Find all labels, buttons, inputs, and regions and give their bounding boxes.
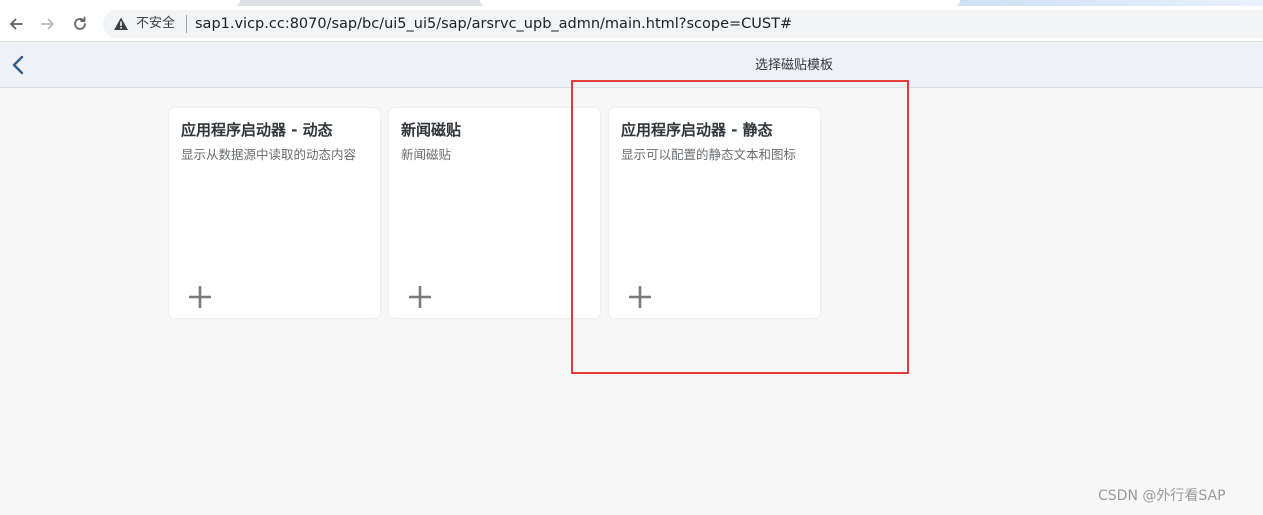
back-arrow-icon <box>10 18 23 30</box>
reload-icon <box>74 16 86 30</box>
plus-icon[interactable] <box>187 284 213 310</box>
tile-subtitle: 显示可以配置的静态文本和图标 <box>621 147 797 162</box>
forward-arrow-icon <box>41 18 54 30</box>
app-header: 选择磁贴模板 <box>0 43 1263 88</box>
tile-title: 应用程序启动器 - 动态 <box>181 121 333 139</box>
watermark: CSDN @外行看SAP <box>1098 488 1226 504</box>
divider <box>186 15 187 33</box>
tile-app-launcher-dynamic[interactable]: 应用程序启动器 - 动态 显示从数据源中读取的动态内容 <box>169 108 380 318</box>
browser-toolbar: 不安全 sap1.vicp.cc:8070/sap/bc/ui5_ui5/sap… <box>0 6 1263 42</box>
tile-subtitle: 新闻磁贴 <box>401 147 452 162</box>
browser-back-button[interactable] <box>5 13 27 35</box>
url-text[interactable]: sap1.vicp.cc:8070/sap/bc/ui5_ui5/sap/ars… <box>195 15 792 33</box>
chevron-left-icon <box>12 55 24 75</box>
browser-forward-button[interactable] <box>37 13 59 35</box>
plus-icon[interactable] <box>627 284 653 310</box>
security-status-label[interactable]: 不安全 <box>136 16 175 32</box>
page-title: 选择磁贴模板 <box>755 58 834 73</box>
tile-app-launcher-static[interactable]: 应用程序启动器 - 静态 显示可以配置的静态文本和图标 <box>609 108 820 318</box>
back-button[interactable] <box>6 53 30 77</box>
browser-reload-button[interactable] <box>69 13 91 35</box>
warning-icon[interactable] <box>113 16 129 32</box>
tile-title: 应用程序启动器 - 静态 <box>621 121 773 139</box>
address-bar[interactable]: 不安全 sap1.vicp.cc:8070/sap/bc/ui5_ui5/sap… <box>103 10 1263 38</box>
tile-news[interactable]: 新闻磁贴 新闻磁贴 <box>389 108 600 318</box>
tile-subtitle: 显示从数据源中读取的动态内容 <box>181 147 357 162</box>
tile-title: 新闻磁贴 <box>401 121 462 139</box>
plus-icon[interactable] <box>407 284 433 310</box>
